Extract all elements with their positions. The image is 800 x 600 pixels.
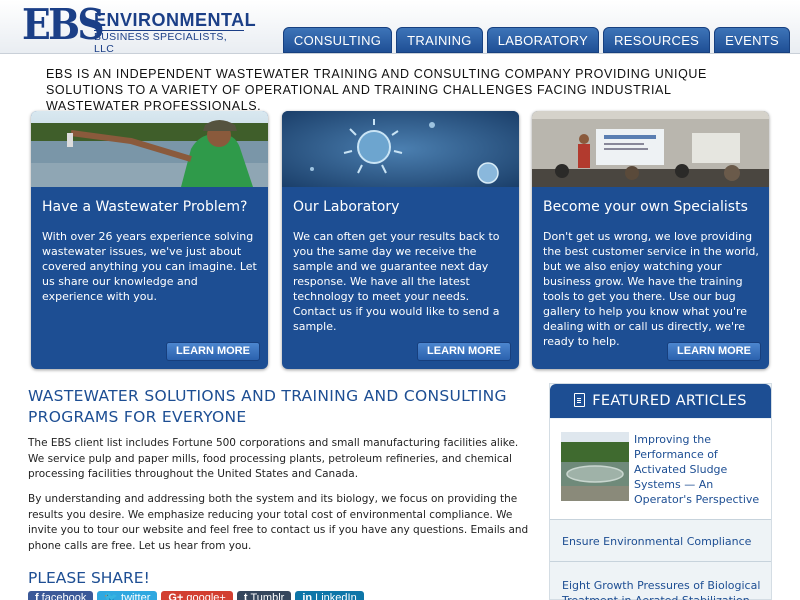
article-link-growth-pressures[interactable]: Eight Growth Pressures of Biological Tre… — [562, 578, 762, 600]
training-class-photo — [532, 111, 769, 187]
card-become-specialists: Become your own Specialists Don't get us… — [532, 111, 769, 369]
share-tumblr-button[interactable]: t Tumblr — [236, 591, 292, 600]
article-item: Improving the Performance of Activated S… — [550, 419, 771, 520]
logo-mark: EBS — [22, 0, 105, 49]
card-our-laboratory: Our Laboratory We can often get your res… — [282, 111, 519, 369]
nav-consulting[interactable]: CONSULTING — [282, 27, 393, 53]
page-title: WASTEWATER SOLUTIONS AND TRAINING AND CO… — [28, 387, 507, 426]
card-body: Don't get us wrong, we love providing th… — [543, 230, 759, 348]
card-body: We can often get your results back to yo… — [293, 230, 500, 333]
card-title: Have a Wastewater Problem? — [42, 199, 248, 215]
intro-statement: EBS is an independent wastewater trainin… — [46, 67, 707, 113]
site-header: EBS ENVIRONMENTAL BUSINESS SPECIALISTS, … — [0, 0, 800, 55]
share-facebook-button[interactable]: f facebook — [28, 591, 94, 600]
river-photo — [31, 111, 268, 187]
share-linkedin-button[interactable]: in LinkedIn — [295, 591, 364, 600]
share-bar: f facebook 🐦 twitter G+ google+ t Tumblr in L… — [28, 591, 364, 600]
main-nav: CONSULTING TRAINING LABORATORY RESOURCES… — [282, 27, 790, 53]
client-paragraph: The EBS client list includes Fortune 500… — [28, 437, 519, 480]
card-title: Our Laboratory — [293, 199, 400, 215]
logo-line-1: ENVIRONMENTAL — [94, 10, 257, 30]
share-twitter-button[interactable]: 🐦 twitter — [97, 591, 158, 600]
learn-more-button[interactable]: LEARN MORE — [166, 342, 260, 361]
article-item: Eight Growth Pressures of Biological Tre… — [550, 562, 771, 600]
learn-more-button[interactable]: LEARN MORE — [417, 342, 511, 361]
card-title: Become your own Specialists — [543, 199, 748, 215]
microscope-photo — [282, 111, 519, 187]
card-body: With over 26 years experience solving wa… — [42, 230, 257, 303]
learn-more-button[interactable]: LEARN MORE — [667, 342, 761, 361]
document-icon — [574, 393, 586, 407]
nav-events[interactable]: EVENTS — [714, 27, 790, 53]
nav-laboratory[interactable]: LABORATORY — [486, 27, 600, 53]
card-wastewater-problem: Have a Wastewater Problem? With over 26 … — [31, 111, 268, 369]
share-google-button[interactable]: G+ google+ — [161, 591, 233, 600]
ebs-logo[interactable]: EBS ENVIRONMENTAL BUSINESS SPECIALISTS, … — [22, 0, 256, 55]
approach-paragraph: By understanding and addressing both the… — [28, 493, 529, 552]
logo-line-2: BUSINESS SPECIALISTS, LLC — [94, 31, 227, 55]
article-item: Ensure Environmental Compliance — [550, 520, 771, 562]
linkedin-icon: in — [302, 592, 313, 600]
featured-articles-header: FEATURED ARTICLES — [550, 384, 771, 418]
facebook-icon: f — [35, 592, 39, 600]
nav-resources[interactable]: RESOURCES — [603, 27, 711, 53]
tumblr-icon: t — [243, 592, 248, 600]
article-link-compliance[interactable]: Ensure Environmental Compliance — [562, 534, 751, 549]
article-link-activated-sludge[interactable]: Improving the Performance of Activated S… — [634, 432, 762, 507]
nav-training[interactable]: TRAINING — [396, 27, 483, 53]
aeration-basin-thumbnail[interactable] — [561, 432, 629, 501]
featured-articles-panel: FEATURED ARTICLES Improving the Performa… — [549, 383, 772, 600]
google-plus-icon: G+ — [168, 592, 184, 600]
share-heading: PLEASE SHARE! — [28, 569, 150, 587]
twitter-icon: 🐦 — [104, 592, 119, 600]
